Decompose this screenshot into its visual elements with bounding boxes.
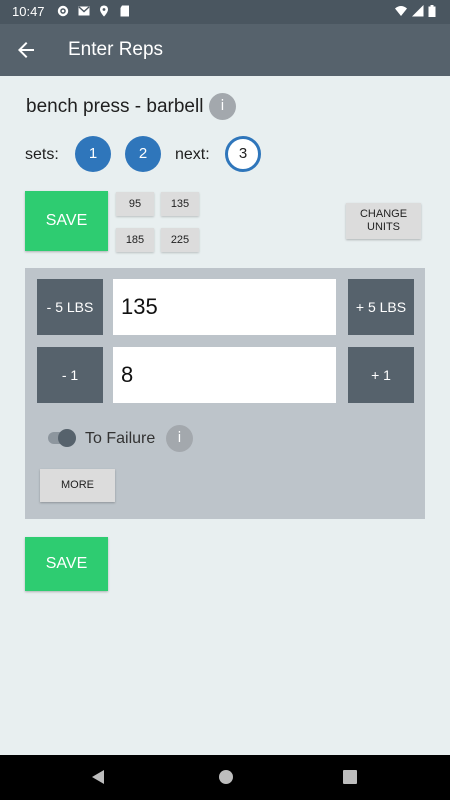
- weight-plus-button[interactable]: + 5 LBS: [348, 279, 414, 335]
- quick-weight-button[interactable]: 225: [161, 228, 199, 252]
- nav-home-icon[interactable]: [218, 769, 234, 785]
- gmail-icon: [78, 6, 90, 16]
- change-units-button[interactable]: CHANGE UNITS: [346, 203, 421, 239]
- save-button-bottom[interactable]: SAVE: [25, 537, 108, 591]
- nav-back-icon[interactable]: [90, 769, 106, 785]
- status-time: 10:47: [12, 4, 45, 19]
- wifi-icon: [395, 6, 407, 16]
- sd-card-icon: [120, 5, 129, 17]
- set-1-circle[interactable]: 1: [75, 136, 111, 172]
- weight-input[interactable]: 135: [113, 279, 336, 335]
- more-button[interactable]: MORE: [40, 469, 115, 502]
- nav-recents-icon[interactable]: [343, 770, 357, 784]
- back-arrow-icon[interactable]: [14, 38, 38, 62]
- weight-minus-button[interactable]: - 5 LBS: [37, 279, 103, 335]
- status-bar: 10:47: [0, 0, 450, 24]
- system-nav-bar: [0, 755, 450, 800]
- battery-icon: [428, 5, 436, 17]
- to-failure-info-icon[interactable]: i: [166, 425, 193, 452]
- to-failure-toggle-thumb[interactable]: [58, 429, 76, 447]
- location-icon: [100, 5, 108, 17]
- reps-minus-button[interactable]: - 1: [37, 347, 103, 403]
- exercise-info-icon[interactable]: i: [209, 93, 236, 120]
- reps-plus-button[interactable]: + 1: [348, 347, 414, 403]
- save-button-top[interactable]: SAVE: [25, 191, 108, 251]
- exercise-name: bench press - barbell: [26, 96, 204, 117]
- set-2-circle[interactable]: 2: [125, 136, 161, 172]
- reps-input[interactable]: 8: [113, 347, 336, 403]
- to-failure-label: To Failure: [85, 430, 156, 447]
- quick-weight-button[interactable]: 95: [116, 192, 154, 216]
- page-title: Enter Reps: [68, 39, 164, 60]
- quick-weight-button[interactable]: 135: [161, 192, 199, 216]
- next-label: next:: [175, 146, 210, 163]
- signal-icon: [412, 5, 424, 17]
- next-set-circle[interactable]: 3: [225, 136, 261, 172]
- sets-label: sets:: [25, 146, 59, 163]
- quick-weight-button[interactable]: 185: [116, 228, 154, 252]
- app-bar: Enter Reps: [0, 24, 450, 76]
- settings-icon: [57, 5, 69, 17]
